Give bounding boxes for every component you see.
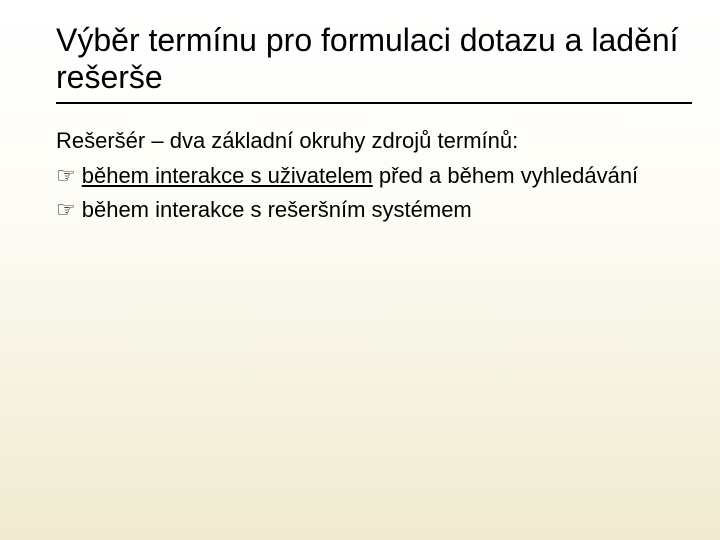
slide-title: Výběr termínu pro formulaci dotazu a lad… — [56, 22, 692, 96]
list-item: ☞během interakce s uživatelem před a běh… — [56, 159, 692, 191]
intro-line: Rešeršér – dva základní okruhy zdrojů te… — [56, 126, 692, 156]
list-item: ☞během interakce s rešeršním systémem — [56, 193, 692, 225]
bullet-rest: před a během vyhledávání — [373, 163, 638, 188]
bullet-underlined: během interakce s uživatelem — [82, 163, 373, 188]
bullet-rest: během interakce s rešeršním systémem — [82, 197, 472, 222]
title-underline — [56, 102, 692, 104]
bullet-list: ☞během interakce s uživatelem před a běh… — [56, 159, 692, 224]
hand-icon: ☞ — [56, 184, 76, 230]
